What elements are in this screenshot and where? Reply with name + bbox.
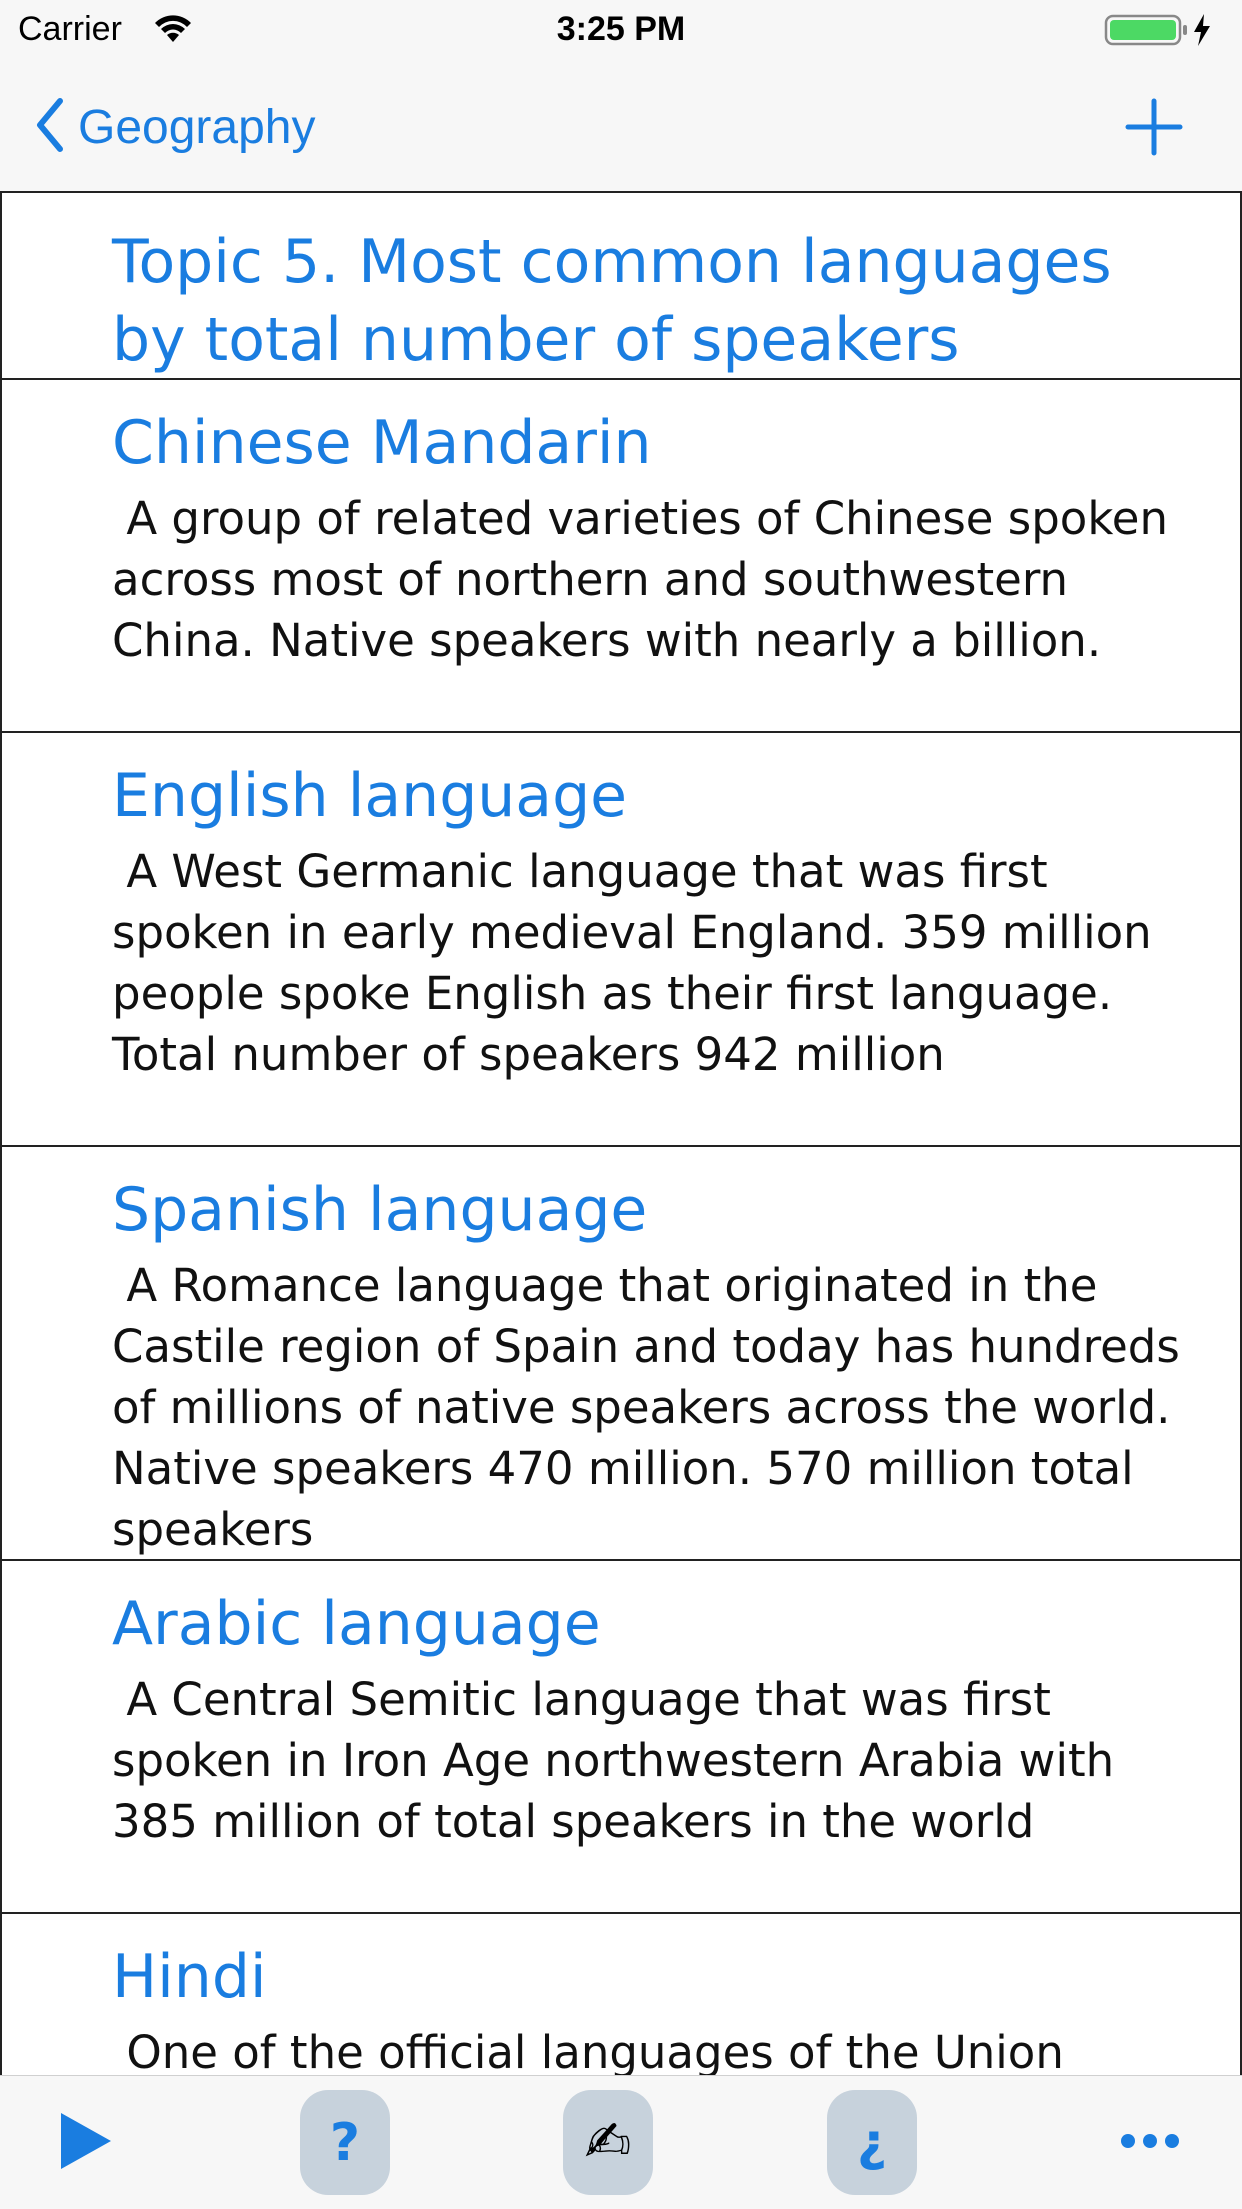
clock-time: 3:25 PM <box>556 10 686 48</box>
list-item-title: Hindi <box>112 1942 267 2012</box>
list-item[interactable]: English language A West Germanic languag… <box>0 733 1242 1147</box>
battery-charging-icon <box>1104 12 1214 52</box>
play-button[interactable] <box>40 2090 130 2195</box>
list-item[interactable]: Arabic language A Central Semitic langua… <box>0 1561 1242 1914</box>
topic-list[interactable]: Topic 5. Most common languages by total … <box>0 193 1242 2075</box>
navigation-bar: Geography <box>0 60 1242 193</box>
list-item[interactable]: Hindi One of the official languages of t… <box>0 1914 1242 2075</box>
list-item-description: A group of related varieties of Chinese … <box>112 492 1183 667</box>
list-item-title: Spanish language <box>112 1175 648 1245</box>
list-item-title: Chinese Mandarin <box>112 408 652 478</box>
list-item[interactable]: Chinese Mandarin A group of related vari… <box>0 380 1242 733</box>
ellipsis-icon <box>1118 2131 1182 2155</box>
status-bar: Carrier 3:25 PM <box>0 0 1242 60</box>
help-label: ? <box>329 2112 361 2173</box>
play-icon <box>55 2109 115 2177</box>
writing-hand-icon: ✍ <box>584 2110 632 2175</box>
inverted-help-label: ¿ <box>856 2112 888 2173</box>
list-item-description: One of the official languages of the Uni… <box>112 2026 1064 2075</box>
list-item-description: A West Germanic language that was first … <box>112 845 1167 1081</box>
add-button[interactable] <box>1124 97 1184 157</box>
help-button[interactable]: ? <box>300 2090 390 2195</box>
list-item-description: A Romance language that originated in th… <box>112 1259 1195 1556</box>
list-item-title: English language <box>112 761 628 831</box>
topic-header-row: Topic 5. Most common languages by total … <box>0 193 1242 380</box>
bottom-toolbar: ? ✍ ¿ <box>0 2075 1242 2209</box>
plus-icon <box>1124 98 1184 161</box>
back-button[interactable]: Geography <box>34 95 316 159</box>
list-item[interactable]: Spanish language A Romance language that… <box>0 1147 1242 1561</box>
chevron-left-icon <box>34 95 66 159</box>
inverted-help-button[interactable]: ¿ <box>827 2090 917 2195</box>
more-button[interactable] <box>1105 2090 1195 2195</box>
list-item-description: A Central Semitic language that was firs… <box>112 1673 1129 1848</box>
write-button[interactable]: ✍ <box>563 2090 653 2195</box>
page-title: Topic 5. Most common languages by total … <box>112 227 1112 375</box>
back-label: Geography <box>78 100 316 154</box>
list-item-title: Arabic language <box>112 1589 601 1659</box>
